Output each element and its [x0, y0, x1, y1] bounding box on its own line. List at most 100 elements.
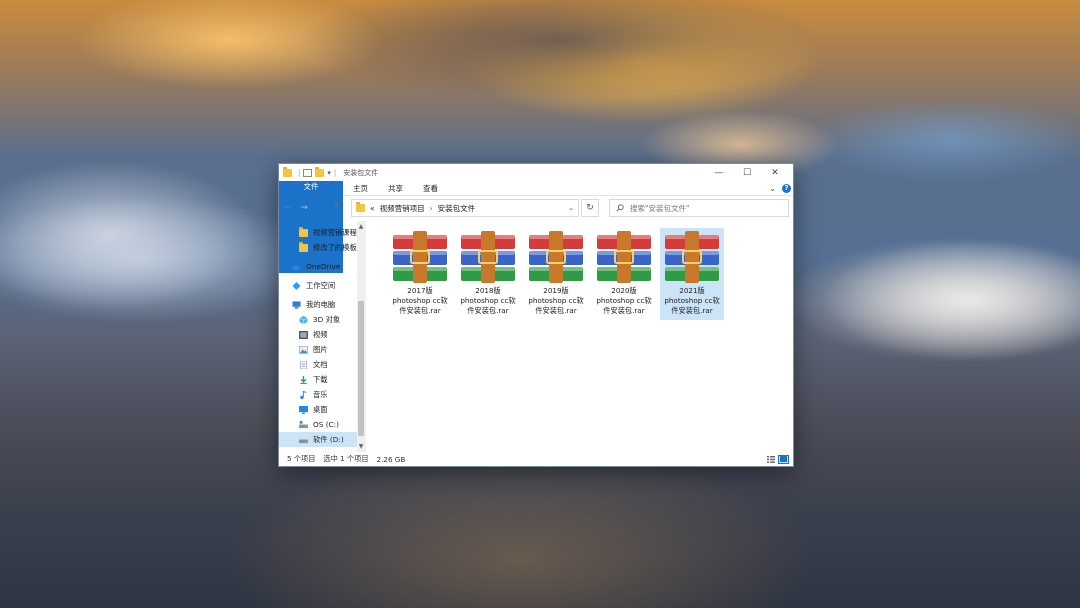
folder-icon [356, 202, 365, 212]
file-name-line: photoshop cc软 [528, 296, 584, 305]
sidebar-item-pictures[interactable]: 图片 [279, 342, 365, 357]
breadcrumb-overflow[interactable]: « [370, 204, 375, 213]
cloud-icon [292, 264, 301, 270]
address-bar[interactable]: « 视频营销项目 › 安装包文件 ⌄ [351, 199, 579, 217]
file-name: 2017版 photoshop cc软 件安装包.rar [389, 286, 451, 316]
sidebar-item-desktop[interactable]: 桌面 [279, 402, 365, 417]
up-button[interactable]: ↑ [331, 203, 341, 213]
folder-icon [299, 241, 308, 252]
image-icon [299, 345, 308, 354]
sidebar-item-label: 图片 [313, 344, 328, 354]
file-name-line: 件安装包.rar [603, 306, 645, 315]
search-placeholder: 搜索"安装包文件" [630, 203, 690, 213]
chevron-down-icon[interactable]: ⌄ [568, 204, 574, 212]
minimize-button[interactable]: — [705, 168, 733, 178]
sidebar-item-label: 工作空间 [306, 280, 336, 290]
selected-size: 2.26 GB [376, 454, 406, 464]
sidebar-item-label: 音乐 [313, 389, 328, 399]
computer-icon [292, 300, 301, 309]
navigation-bar: ← → ⌄ ↑ « 视频营销项目 › 安装包文件 ⌄ ↻ 搜索"安装包文件" [279, 196, 793, 220]
file-name: 2019版 photoshop cc软 件安装包.rar [525, 286, 587, 316]
divider: | [333, 168, 337, 177]
file-name-line: 2017版 [407, 286, 433, 295]
scroll-up-arrow[interactable]: ▲ [357, 223, 365, 230]
maximize-button[interactable]: ☐ [733, 168, 761, 178]
status-bar: 5 个项目 选中 1 个项目 2.26 GB [279, 452, 793, 466]
file-name-line: photoshop cc软 [596, 296, 652, 305]
help-icon[interactable]: ? [782, 183, 791, 193]
sidebar-item-video-course[interactable]: 视频营销课程 [279, 225, 365, 240]
forward-button[interactable]: → [299, 203, 309, 213]
file-name-line: 件安装包.rar [467, 306, 509, 315]
sidebar-item-drive-d[interactable]: 软件 (D:) [279, 432, 365, 447]
background-cloud [0, 160, 260, 310]
download-icon [300, 375, 307, 384]
folder-icon [283, 166, 292, 177]
cube-icon [299, 315, 308, 324]
tab-share[interactable]: 共享 [378, 181, 413, 195]
sidebar-item-this-pc[interactable]: 我的电脑 [279, 297, 365, 312]
refresh-button[interactable]: ↻ [581, 199, 599, 217]
back-button[interactable]: ← [283, 203, 293, 213]
sidebar-scrollbar[interactable]: ▲ ▼ [357, 221, 365, 452]
file-name-line: photoshop cc软 [392, 296, 448, 305]
expand-ribbon-icon[interactable]: ⌄ [769, 184, 776, 193]
winrar-archive-icon [597, 231, 651, 283]
large-icons-view-button[interactable] [778, 454, 789, 464]
sidebar-item-label: 修改了的模板 [313, 242, 357, 252]
navigation-pane: 视频营销课程 修改了的模板 OneDrive 工作空间 我的电脑 3D 对象 视… [279, 221, 366, 452]
sidebar-item-label: OS (C:) [313, 420, 339, 429]
breadcrumb-item[interactable]: 安装包文件 [438, 203, 476, 214]
folder-icon [299, 226, 308, 237]
file-item[interactable]: 2017版 photoshop cc软 件安装包.rar [388, 228, 452, 320]
winrar-archive-icon [665, 231, 719, 283]
sidebar-item-label: 我的电脑 [306, 299, 336, 309]
file-item[interactable]: 2019版 photoshop cc软 件安装包.rar [524, 228, 588, 320]
file-explorer-window: | ▾ | 安装包文件 — ☐ ✕ 文件 主页 共享 查看 ⌄ ? ← → ⌄ … [278, 163, 794, 467]
file-item[interactable]: 2020版 photoshop cc软 件安装包.rar [592, 228, 656, 320]
close-button[interactable]: ✕ [761, 168, 789, 178]
sidebar-item-music[interactable]: 音乐 [279, 387, 365, 402]
search-input[interactable]: 搜索"安装包文件" [609, 199, 789, 217]
sidebar-item-label: OneDrive [306, 262, 341, 271]
file-item[interactable]: 2021版 photoshop cc软 件安装包.rar [660, 228, 724, 320]
file-name-line: 件安装包.rar [671, 306, 713, 315]
sidebar-item-drive-c[interactable]: OS (C:) [279, 417, 365, 432]
sidebar-item-videos[interactable]: 视频 [279, 327, 365, 342]
sidebar-item-label: 下载 [313, 374, 328, 384]
sidebar-item-label: 3D 对象 [313, 314, 341, 324]
background-cloud [300, 0, 820, 100]
file-name-line: 2021版 [679, 286, 705, 295]
sidebar-item-label: 视频 [313, 329, 328, 339]
sidebar-item-downloads[interactable]: 下载 [279, 372, 365, 387]
sidebar-item-3d-objects[interactable]: 3D 对象 [279, 312, 365, 327]
file-list-pane[interactable]: 2017版 photoshop cc软 件安装包.rar 2018版 photoshop… [366, 221, 793, 452]
search-icon [616, 204, 624, 212]
file-name-line: 件安装包.rar [535, 306, 577, 315]
sidebar-item-onedrive[interactable]: OneDrive [279, 259, 365, 274]
details-view-button[interactable] [765, 455, 776, 464]
scrollbar-thumb[interactable] [358, 301, 364, 436]
file-item[interactable]: 2018版 photoshop cc软 件安装包.rar [456, 228, 520, 320]
title-bar: | ▾ | 安装包文件 — ☐ ✕ [279, 164, 793, 181]
tab-view[interactable]: 查看 [413, 181, 448, 195]
new-folder-icon[interactable] [315, 166, 325, 177]
breadcrumb-item[interactable]: 视频营销项目 [380, 203, 425, 214]
tab-home[interactable]: 主页 [343, 181, 378, 195]
drive-icon [299, 439, 308, 443]
chevron-right-icon[interactable]: › [430, 204, 433, 213]
quick-access-dropdown-icon[interactable]: ▾ [327, 169, 331, 177]
sidebar-item-modified-templates[interactable]: 修改了的模板 [279, 240, 365, 255]
recent-locations-dropdown[interactable]: ⌄ [315, 204, 325, 212]
item-count: 5 个项目 [287, 454, 316, 463]
file-name: 2021版 photoshop cc软 件安装包.rar [661, 286, 723, 316]
video-icon [299, 330, 308, 339]
sidebar-item-documents[interactable]: 文档 [279, 357, 365, 372]
properties-icon[interactable] [303, 168, 313, 177]
file-name-line: photoshop cc软 [664, 296, 720, 305]
sidebar-item-workspace[interactable]: 工作空间 [279, 278, 365, 293]
winrar-archive-icon [393, 231, 447, 283]
document-icon [300, 360, 307, 369]
file-name: 2018版 photoshop cc软 件安装包.rar [457, 286, 519, 316]
scroll-down-arrow[interactable]: ▼ [357, 443, 365, 450]
